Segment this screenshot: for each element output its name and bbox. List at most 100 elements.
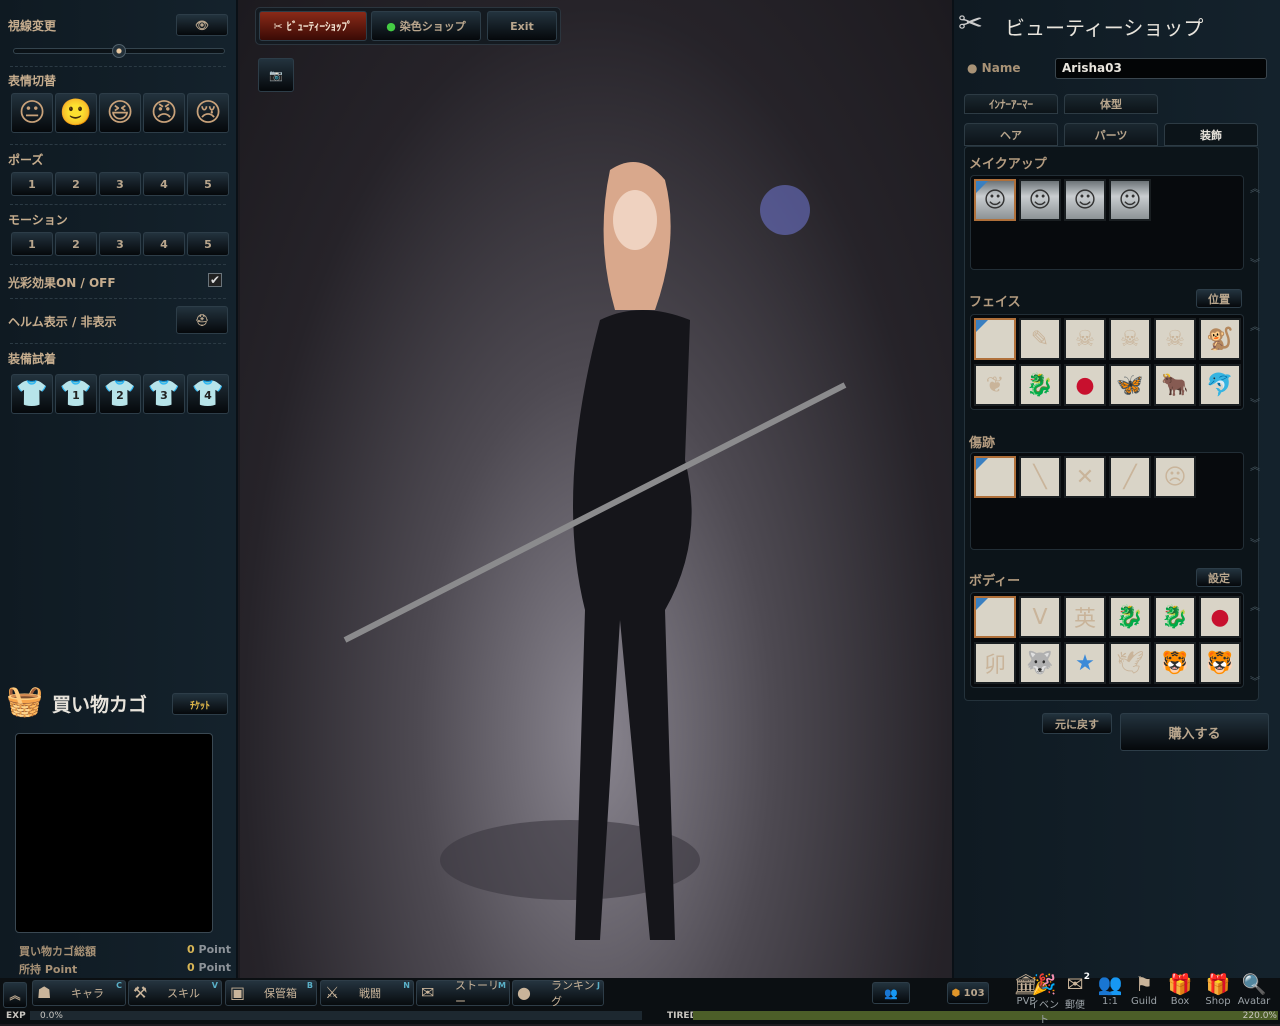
equip-preset-button[interactable]: 👕 2 [99,374,141,414]
faces-item[interactable]: ☠ [1154,318,1196,360]
expression-button[interactable]: 🙂 [55,93,97,133]
faces-item[interactable]: 🐂 [1154,364,1196,406]
tab-hair[interactable]: ヘア [964,123,1058,146]
ticket-button[interactable]: ﾁｹｯﾄ [172,693,228,715]
menu-icon-[interactable]: 🎉 イベント [1027,972,1061,1026]
equip-preset-button[interactable]: 👕 4 [187,374,229,414]
buy-button[interactable]: 購入する [1120,713,1269,751]
scars-item[interactable]: ╲ [1019,456,1061,498]
faces-item[interactable]: 🐬 [1199,364,1241,406]
motion-button[interactable]: 4 [143,232,185,256]
makeup-item[interactable]: ☺ [1109,179,1151,221]
currency-display[interactable]: ⬢ 103 [947,982,989,1004]
menu-storage-button[interactable]: ▣ 保管箱 B [225,980,317,1006]
pose-button[interactable]: 4 [143,172,185,196]
eye-lock-icon: 👁 [195,18,209,32]
party-button[interactable]: 👥 [872,982,910,1004]
character-preview[interactable] [240,0,952,980]
scars-item[interactable]: ✕ [1064,456,1106,498]
body-item[interactable]: 🐉 [1154,596,1196,638]
body-item[interactable]: 卯 [974,642,1016,684]
menu-character-button[interactable]: ☗ キャラ C [32,980,126,1006]
body-item[interactable]: ᐯ [1019,596,1061,638]
scars-item[interactable] [974,456,1016,498]
scroll-up-icon[interactable]: ︽ [1250,180,1260,195]
faces-item[interactable]: 🦋 [1109,364,1151,406]
body-item[interactable]: 🐺 [1019,642,1061,684]
menu-ranking-button[interactable]: ● ランキング J [512,979,604,1008]
pose-button[interactable]: 2 [55,172,97,196]
body-item[interactable]: 🕊 [1109,642,1151,684]
revert-button[interactable]: 元に戻す [1042,713,1112,734]
makeup-item[interactable]: ☺ [1064,179,1106,221]
faces-item[interactable]: ☠ [1109,318,1151,360]
expand-menu-button[interactable]: ︽ [3,982,27,1008]
motion-button[interactable]: 3 [99,232,141,256]
menu-icon-shop[interactable]: 🎁 Shop [1201,972,1235,1007]
faces-item[interactable]: ☠ [1064,318,1106,360]
scars-item[interactable]: ☹ [1154,456,1196,498]
body-item[interactable]: 英 [1064,596,1106,638]
gaze-lock-button[interactable]: 👁 [176,14,228,36]
faces-item[interactable]: ❦ [974,364,1016,406]
scroll-up-icon[interactable]: ︽ [1250,598,1260,613]
faces-item[interactable]: ✎ [1019,318,1061,360]
motion-button[interactable]: 1 [11,232,53,256]
menu-icon-avatar[interactable]: 🔍 Avatar [1237,972,1271,1007]
expression-button[interactable]: 😢 [187,93,229,133]
menu-skill-button[interactable]: ⚒ スキル V [128,980,222,1006]
expression-button[interactable]: 😠 [143,93,185,133]
faces-item[interactable]: 🐉 [1019,364,1061,406]
beauty-shop-tab[interactable]: ✂ ﾋﾞｭｰﾃｨｰｼｮｯﾌﾟ [259,11,367,41]
menu-icon-[interactable]: ✉ 2 郵便 [1058,972,1092,1011]
body-item[interactable]: 🐉 [1109,596,1151,638]
exit-button[interactable]: Exit [487,11,557,41]
menu-story-button[interactable]: ✉ ストーリー M [416,979,510,1008]
body-item[interactable] [974,596,1016,638]
equip-preset-button[interactable]: 👕 [11,374,53,414]
body-item[interactable]: 🐯 [1199,642,1241,684]
faces-item[interactable] [974,318,1016,360]
gaze-slider-handle[interactable] [112,44,126,58]
motion-button[interactable]: 2 [55,232,97,256]
position-button[interactable]: 位置 [1196,289,1242,308]
scars-glyph: ╲ [1033,464,1047,490]
scroll-down-icon[interactable]: ︾ [1250,535,1260,550]
scroll-up-icon[interactable]: ︽ [1250,458,1260,473]
equip-preset-button[interactable]: 👕 1 [55,374,97,414]
settings-button[interactable]: 設定 [1196,568,1242,587]
tab-inner-armor[interactable]: ｲﾝﾅｰｱｰﾏｰ [964,94,1058,114]
faces-item[interactable]: 🐒 [1199,318,1241,360]
expression-button[interactable]: 😆 [99,93,141,133]
menu-icon-guild[interactable]: ⚑ Guild [1127,972,1161,1007]
lighting-checkbox[interactable]: ✔ [208,273,222,287]
menu-icon-11[interactable]: 👥 1:1 [1093,972,1127,1007]
body-item[interactable]: ★ [1064,642,1106,684]
helm-toggle-button[interactable]: ⛑ [176,306,228,334]
motion-button[interactable]: 5 [187,232,229,256]
screenshot-button[interactable]: 📷 [258,58,294,92]
tab-decoration[interactable]: 装飾 [1164,123,1258,146]
scroll-down-icon[interactable]: ︾ [1250,395,1260,410]
tab-parts[interactable]: パーツ [1064,123,1158,146]
pose-button[interactable]: 5 [187,172,229,196]
body-item[interactable]: 🐯 [1154,642,1196,684]
scroll-down-icon[interactable]: ︾ [1250,673,1260,688]
expression-button[interactable]: 😐 [11,93,53,133]
makeup-item[interactable]: ☺ [974,179,1016,221]
name-field[interactable]: Arisha03 [1055,58,1267,79]
tab-body-type[interactable]: 体型 [1064,94,1158,114]
makeup-item[interactable]: ☺ [1019,179,1061,221]
scroll-up-icon[interactable]: ︽ [1250,318,1260,333]
pose-button[interactable]: 1 [11,172,53,196]
menu-battle-button[interactable]: ⚔ 戦闘 N [320,980,414,1006]
pose-button[interactable]: 3 [99,172,141,196]
cart-list[interactable] [15,733,213,933]
equip-preset-button[interactable]: 👕 3 [143,374,185,414]
dye-shop-tab[interactable]: ● 染色ショップ [371,11,481,41]
faces-item[interactable]: ● [1064,364,1106,406]
scroll-down-icon[interactable]: ︾ [1250,255,1260,270]
scars-item[interactable]: ╱ [1109,456,1151,498]
menu-icon-box[interactable]: 🎁 Box [1163,972,1197,1007]
body-item[interactable]: ● [1199,596,1241,638]
